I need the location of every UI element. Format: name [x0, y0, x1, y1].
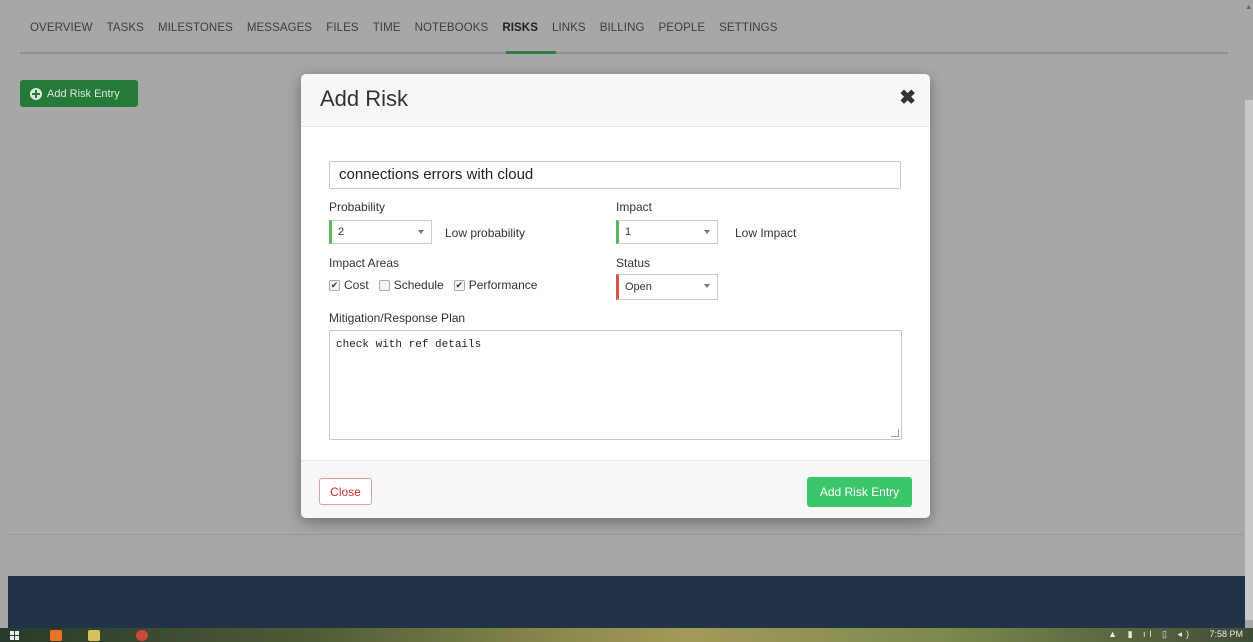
impact-description: Low Impact: [735, 226, 797, 240]
risk-title-input[interactable]: connections errors with cloud: [329, 161, 901, 189]
mitigation-plan-textarea[interactable]: check with ref details: [329, 330, 902, 440]
mitigation-plan-value: check with ref details: [336, 339, 482, 351]
probability-value: 2: [338, 226, 345, 238]
tab-billing[interactable]: BILLING: [600, 22, 645, 42]
impact-label: Impact: [616, 200, 653, 214]
tab-tasks[interactable]: TASKS: [107, 22, 144, 42]
chrome-icon[interactable]: [136, 630, 148, 641]
tab-time[interactable]: TIME: [373, 22, 401, 42]
firefox-icon[interactable]: [50, 630, 62, 641]
tab-people[interactable]: PEOPLE: [659, 22, 706, 42]
tab-links[interactable]: LINKS: [552, 22, 586, 42]
impact-areas-label: Impact Areas: [329, 256, 400, 270]
tab-notebooks[interactable]: NOTEBOOKS: [415, 22, 489, 42]
add-risk-entry-button[interactable]: Add Risk Entry: [20, 80, 138, 107]
modal-title: Add Risk: [320, 86, 409, 111]
cost-label[interactable]: Cost: [344, 278, 369, 292]
schedule-checkbox[interactable]: [378, 279, 390, 291]
chevron-down-icon: [418, 230, 424, 234]
probability-select[interactable]: 2: [329, 220, 432, 244]
system-tray-icons[interactable]: ▲ ▮ ıl ▯ ◂): [1108, 629, 1193, 640]
performance-label[interactable]: Performance: [469, 278, 538, 292]
tab-files[interactable]: FILES: [326, 22, 358, 42]
tab-messages[interactable]: MESSAGES: [247, 22, 312, 42]
status-select[interactable]: Open: [616, 274, 718, 300]
tab-risks[interactable]: RISKS: [502, 22, 538, 42]
tab-milestones[interactable]: MILESTONES: [158, 22, 233, 42]
impact-value: 1: [625, 226, 632, 238]
add-risk-modal: Add Risk ✖ connections errors with cloud…: [301, 74, 930, 518]
tab-settings[interactable]: SETTINGS: [719, 22, 777, 42]
scroll-up-arrow-icon[interactable]: ▲: [1245, 4, 1252, 11]
status-value: Open: [625, 281, 652, 293]
impact-areas-group: ✔ Cost Schedule ✔ Performance: [329, 278, 547, 292]
impact-select[interactable]: 1: [616, 220, 718, 244]
add-risk-entry-label: Add Risk Entry: [47, 87, 120, 100]
tab-overview[interactable]: OVERVIEW: [30, 22, 93, 42]
chevron-down-icon: [704, 230, 710, 234]
probability-label: Probability: [329, 200, 386, 214]
add-risk-entry-submit-button[interactable]: Add Risk Entry: [807, 477, 912, 507]
modal-footer: Close Add Risk Entry: [301, 460, 930, 518]
windows-start-icon[interactable]: [10, 631, 19, 640]
chevron-down-icon: [704, 284, 710, 288]
os-taskbar: ▲ ▮ ıl ▯ ◂) 7:58 PM: [0, 628, 1253, 642]
page-divider: [8, 534, 1243, 535]
file-explorer-icon[interactable]: [88, 630, 100, 641]
plus-circle-icon: [30, 87, 42, 100]
modal-header: Add Risk ✖: [301, 74, 930, 127]
cost-checkbox[interactable]: ✔: [329, 279, 340, 291]
page-scrollbar[interactable]: [1245, 100, 1253, 620]
close-button[interactable]: Close: [319, 478, 372, 505]
page-footer: [8, 576, 1245, 628]
resize-handle-icon[interactable]: [891, 429, 899, 437]
nav-divider: [20, 52, 1228, 54]
close-icon[interactable]: ✖: [899, 88, 916, 108]
taskbar-clock[interactable]: 7:58 PM: [1209, 629, 1243, 639]
active-tab-indicator: [506, 51, 556, 54]
mitigation-plan-label: Mitigation/Response Plan: [329, 311, 466, 325]
risk-title-value: connections errors with cloud: [339, 166, 534, 183]
schedule-label[interactable]: Schedule: [394, 278, 444, 292]
performance-checkbox[interactable]: ✔: [453, 279, 465, 291]
status-label: Status: [616, 256, 651, 270]
project-nav: OVERVIEW TASKS MILESTONES MESSAGES FILES…: [30, 22, 791, 42]
probability-description: Low probability: [445, 226, 526, 240]
